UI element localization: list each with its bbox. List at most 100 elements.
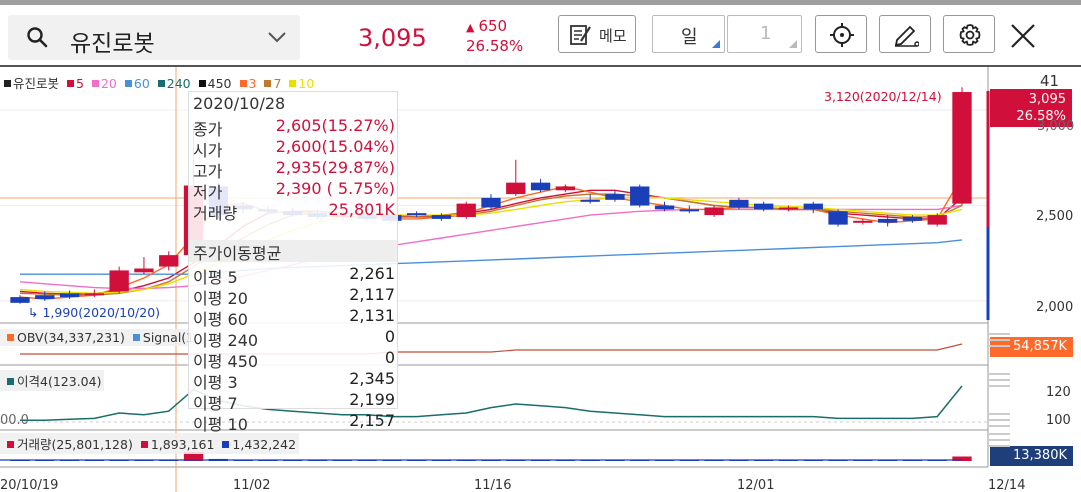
axis-top-label: 41 (1040, 72, 1060, 90)
tooltip-value: 2,600(15.04%) (275, 137, 395, 156)
legend-swatch (264, 80, 272, 87)
candle-body (406, 213, 427, 216)
tooltip-row: 종가 2,605(15.27%) (193, 116, 395, 139)
candle-body (902, 216, 923, 221)
y-tick-partial: 3,000 (1037, 119, 1075, 134)
legend-label: 7 (273, 76, 282, 91)
dropdown-corner-icon (712, 40, 720, 48)
candle-body (159, 255, 179, 267)
stock-chart-screen: 유진로봇 3,095 ▲ 650 26.58% 메모 일 1 유진로봇 5 20… (0, 0, 1081, 492)
x-tick: 11/16 (474, 478, 512, 492)
legend-item: 5 (63, 76, 86, 91)
candle-body (877, 218, 898, 223)
volume-legend: 거래량(25,801,128) 1,893,161 1,432,242 (0, 433, 300, 454)
legend-swatch (239, 80, 247, 87)
x-tick: 12/14 (988, 478, 1026, 492)
candle-body (109, 270, 129, 292)
legend-label: 450 (207, 76, 232, 91)
legend-label: 10 (298, 76, 315, 91)
tooltip-ma-row: 이평 10 2,157 (193, 411, 395, 434)
settings-button[interactable] (943, 15, 995, 53)
legend-swatch (289, 80, 297, 87)
panel-menu-icon[interactable] (988, 333, 1010, 351)
tooltip-ma-row: 이평 20 2,117 (193, 285, 395, 308)
candle-body (828, 211, 848, 225)
candle-body (778, 207, 799, 210)
candle-body (431, 215, 452, 219)
candle-body (803, 203, 823, 210)
tooltip-ma-value: 0 (384, 348, 395, 367)
candle-body (704, 207, 724, 216)
legend-item: 450 (195, 76, 234, 91)
tooltip-ma-row: 이평 7 2,199 (193, 390, 395, 413)
signal-legend-label: Signal(1 (142, 330, 195, 345)
candle-body (530, 182, 551, 191)
chart-canvas[interactable] (0, 67, 1081, 492)
change-percent: 26.58% (466, 37, 524, 55)
tooltip-ma-row: 이평 3 2,345 (193, 369, 395, 392)
memo-label: 메모 (599, 27, 627, 45)
stock-search-box[interactable]: 유진로봇 (8, 15, 300, 60)
low-arrow-icon: ↳ (28, 305, 43, 320)
legend-item: 60 (121, 76, 152, 91)
y-tick: 2,000 (1036, 300, 1074, 315)
period-count-select[interactable]: 1 (727, 15, 802, 53)
legend-label: 240 (166, 76, 191, 91)
disparity-tick: 100 (1046, 413, 1071, 428)
candle-body (853, 220, 873, 223)
search-icon (26, 26, 48, 52)
tooltip-ma-value: 0 (384, 327, 395, 346)
period-value: 일 (681, 27, 698, 48)
tooltip-value: 2,390 ( 5.75%) (275, 179, 395, 198)
high-annotation: 3,120(2020/12/14) (824, 89, 942, 104)
tooltip-ma-value: 2,157 (349, 411, 395, 430)
candle-body (35, 295, 55, 300)
tooltip-row: 시가 2,600(15.04%) (193, 137, 395, 160)
tooltip-row: 저가 2,390 ( 5.75%) (193, 179, 395, 202)
candle-body (456, 203, 476, 217)
tooltip-ma-key: 이평 10 (193, 415, 248, 434)
period-select[interactable]: 일 (652, 15, 725, 53)
legend-swatch (198, 80, 206, 87)
draw-button[interactable] (879, 15, 931, 53)
candle-body (952, 92, 972, 204)
obv-legend-label: OBV(34,337,231) (17, 330, 125, 345)
panel-menu-icon[interactable] (988, 373, 1010, 391)
panel-menu-icon[interactable] (988, 433, 1010, 451)
panel-menu-icon[interactable] (988, 413, 1010, 431)
memo-button[interactable]: 메모 (558, 15, 636, 53)
tooltip-ma-value: 2,199 (349, 390, 395, 409)
candle-body (679, 209, 699, 212)
crosshair-button[interactable] (815, 15, 867, 53)
y-tick: 2,500 (1036, 209, 1074, 224)
main-legend: 유진로봇 5 20 60 240 450 3 7 10 (0, 73, 318, 92)
candle-body (555, 186, 576, 191)
memo-icon (568, 23, 594, 51)
legend-swatch (4, 80, 11, 87)
legend-item: 10 (285, 76, 316, 91)
legend-swatch (67, 80, 75, 87)
tooltip-ma-row: 이평 450 0 (193, 348, 395, 371)
current-price: 3,095 (358, 24, 427, 52)
low-annotation: ↳ 1,990(2020/10/20) (28, 305, 160, 320)
legend-item: 3 (236, 76, 259, 91)
tooltip-ma-row: 이평 5 2,261 (193, 264, 395, 287)
x-tick: 20/10/19 (0, 478, 59, 492)
tooltip-ma-value: 2,261 (349, 264, 395, 283)
draw-icon (894, 25, 919, 47)
chart-area[interactable]: 유진로봇 5 20 60 240 450 3 7 10 41 3,095 26.58% 3,00… (0, 67, 1081, 492)
x-tick: 11/02 (233, 478, 271, 492)
legend-swatch (124, 80, 132, 87)
candle-body (59, 293, 80, 298)
candle-body (580, 199, 600, 202)
close-icon[interactable] (1008, 21, 1038, 55)
header-bar: 유진로봇 3,095 ▲ 650 26.58% 메모 일 1 (0, 5, 1081, 67)
candle-body (630, 186, 650, 206)
legend-swatch (157, 80, 165, 87)
chevron-down-icon[interactable] (266, 29, 288, 49)
tooltip-row: 거래량 25,801K (193, 200, 395, 223)
legend-item: 20 (88, 76, 119, 91)
legend-item: 7 (260, 76, 283, 91)
volume-ma1-label: 1,893,161 (150, 437, 215, 452)
tooltip-value: 25,801K (328, 200, 395, 219)
